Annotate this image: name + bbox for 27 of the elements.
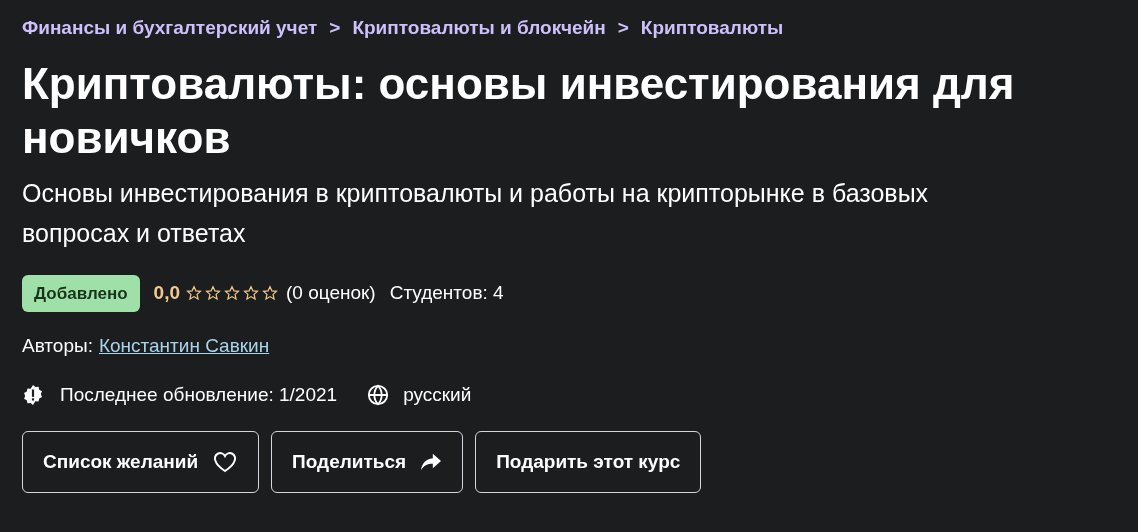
star-icon: [186, 285, 202, 302]
breadcrumb-link[interactable]: Криптовалюты: [640, 14, 784, 43]
share-arrow-icon: [420, 452, 443, 472]
globe-icon: [367, 383, 390, 406]
course-language: русский: [403, 382, 472, 407]
rating-value: 0,0: [153, 281, 180, 305]
star-icon: [224, 285, 240, 302]
heart-icon: [212, 450, 239, 474]
wishlist-button[interactable]: Список желаний: [22, 431, 260, 493]
share-button[interactable]: Поделиться: [271, 431, 464, 493]
rating-count: (0 оценок): [286, 281, 376, 305]
breadcrumb-link[interactable]: Финансы и бухгалтерский учет: [22, 14, 318, 43]
breadcrumb-link[interactable]: Криптовалюты и блокчейн: [352, 14, 606, 43]
star-icon: [243, 285, 259, 302]
breadcrumb-separator: >: [329, 16, 341, 40]
status-badge: Добавлено: [22, 274, 140, 312]
course-subtitle: Основы инвестирования в криптовалюты и работы на крипторынке в базовых вопросах и ответах: [22, 177, 930, 249]
star-icon: [262, 285, 278, 302]
authors-label: Авторы:: [22, 334, 93, 358]
star-icon: [205, 285, 221, 302]
author-link[interactable]: Константин Савкин: [98, 332, 270, 361]
breadcrumb-separator: >: [617, 16, 629, 40]
gift-button[interactable]: Подарить этот курс: [475, 431, 702, 493]
students-count: Студентов: 4: [389, 281, 504, 305]
last-updated: Последнее обновление: 1/2021: [60, 382, 338, 407]
alert-badge-icon: [22, 383, 44, 406]
course-title: Криптовалюты: основы инвестирования для новичков: [22, 57, 1016, 164]
